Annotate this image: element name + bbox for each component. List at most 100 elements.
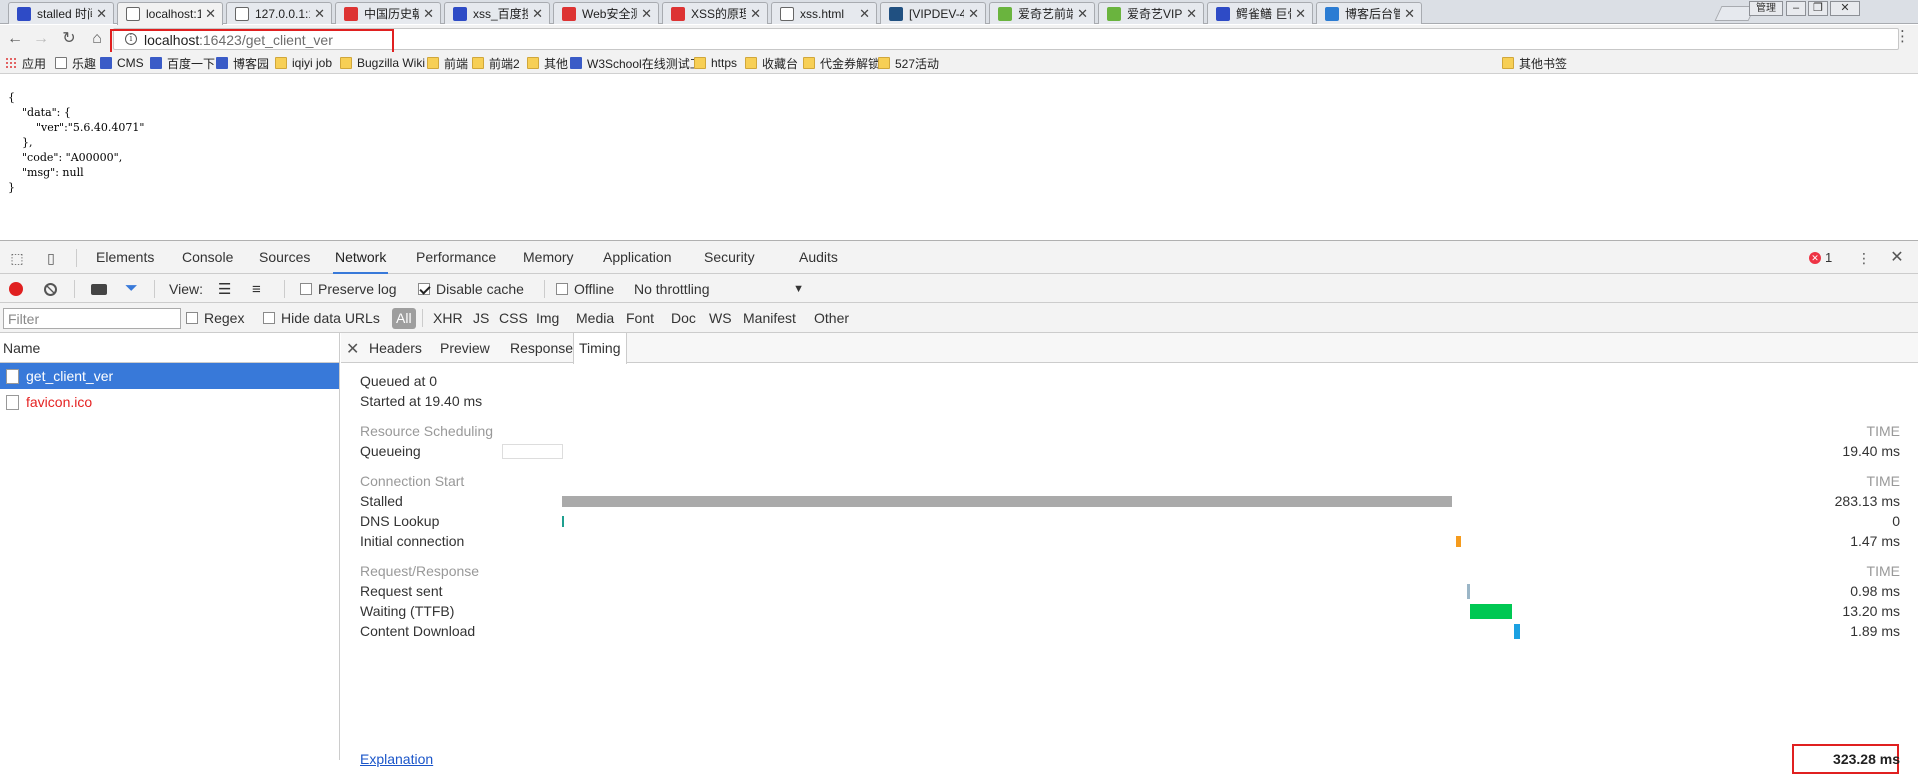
bookmark-item[interactable]: 乐趣 <box>55 55 96 71</box>
type-filter-css[interactable]: CSS <box>497 308 530 329</box>
bookmark-item[interactable]: 前端 <box>427 55 468 71</box>
device-toolbar-icon[interactable]: ▯ <box>42 250 60 266</box>
devtools-tab-memory[interactable]: Memory <box>521 241 576 274</box>
filter-toggle-button[interactable]: ⏷ <box>125 279 138 299</box>
type-filter-doc[interactable]: Doc <box>669 308 698 329</box>
regex-checkbox[interactable]: Regex <box>186 308 244 328</box>
clear-button[interactable] <box>44 279 57 299</box>
close-tab-icon[interactable]: ✕ <box>1295 6 1306 22</box>
filter-input[interactable] <box>3 308 181 329</box>
disable-cache-checkbox[interactable]: Disable cache <box>418 279 524 299</box>
browser-tab[interactable]: 127.0.0.1:16 ✕ <box>226 2 332 24</box>
browser-tab[interactable]: 爱奇艺VIP会✕ <box>1098 2 1204 24</box>
large-rows-icon[interactable]: ☰ <box>218 279 231 299</box>
close-tab-icon[interactable]: ✕ <box>1186 6 1197 22</box>
bookmark-item[interactable]: Bugzilla Wiki <box>340 55 425 71</box>
detail-tab-headers[interactable]: Headers <box>366 333 425 363</box>
close-tab-icon[interactable]: ✕ <box>423 6 434 22</box>
detail-tab-response[interactable]: Response <box>507 333 576 363</box>
type-filter-media[interactable]: Media <box>574 308 616 329</box>
devtools-tab-elements[interactable]: Elements <box>94 241 156 274</box>
devtools-close-icon[interactable]: ✕ <box>1888 250 1906 266</box>
bookmark-item[interactable]: CMS <box>100 55 144 71</box>
browser-tab[interactable]: xss.html ✕ <box>771 2 877 24</box>
minimize-button[interactable]: – <box>1786 1 1806 16</box>
browser-tab[interactable]: 鳄雀鳝 巨骨 ✕ <box>1207 2 1313 24</box>
browser-tab[interactable]: [VIPDEV-48 ✕ <box>880 2 986 24</box>
browser-tab[interactable]: XSS的原理分 ✕ <box>662 2 768 24</box>
close-tab-icon[interactable]: ✕ <box>968 6 979 22</box>
bookmark-item[interactable]: 博客园 <box>216 55 269 71</box>
detail-tab-timing[interactable]: Timing <box>573 333 627 364</box>
hide-data-urls-checkbox[interactable]: Hide data URLs <box>263 308 380 328</box>
close-tab-icon[interactable]: ✕ <box>205 6 216 22</box>
browser-tab[interactable]: xss_百度搜索 ✕ <box>444 2 550 24</box>
devtools-tab-audits[interactable]: Audits <box>797 241 840 274</box>
type-filter-ws[interactable]: WS <box>707 308 734 329</box>
site-favicon-icon <box>216 57 228 69</box>
close-tab-icon[interactable]: ✕ <box>96 6 107 22</box>
browser-tab[interactable]: 爱奇艺前端 ✕ <box>989 2 1095 24</box>
forward-button[interactable]: → <box>30 28 52 50</box>
close-tab-icon[interactable]: ✕ <box>641 6 652 22</box>
inspect-element-icon[interactable]: ⬚ <box>8 250 26 266</box>
overview-icon[interactable]: ≡ <box>252 279 261 299</box>
bookmark-item[interactable]: 收藏台 <box>745 55 798 71</box>
request-row[interactable]: favicon.ico <box>0 389 339 415</box>
restore-button[interactable]: ❐ <box>1808 1 1828 16</box>
browser-tab[interactable]: Web安全测试 ✕ <box>553 2 659 24</box>
request-row[interactable]: get_client_ver <box>0 363 339 389</box>
profile-button[interactable]: 管理 <box>1749 1 1783 16</box>
name-column-header[interactable]: Name <box>0 333 339 363</box>
throttling-select[interactable]: No throttling ▼ <box>634 279 804 299</box>
offline-checkbox[interactable]: Offline <box>556 279 614 299</box>
bookmark-item[interactable]: 其他 <box>527 55 568 71</box>
browser-tab[interactable]: localhost:16 ✕ <box>117 2 223 25</box>
bookmark-item[interactable]: 代金券解锁 <box>803 55 880 71</box>
type-filter-font[interactable]: Font <box>624 308 656 329</box>
bookmark-item[interactable]: https <box>694 55 737 71</box>
browser-tab[interactable]: stalled 时间过 ✕ <box>8 2 114 24</box>
close-tab-icon[interactable]: ✕ <box>1077 6 1088 22</box>
window-close-button[interactable]: ✕ <box>1830 1 1860 16</box>
type-filter-manifest[interactable]: Manifest <box>741 308 798 329</box>
bookmark-item[interactable]: W3School在线测试工 <box>570 55 702 71</box>
type-filter-other[interactable]: Other <box>812 308 851 329</box>
close-tab-icon[interactable]: ✕ <box>1404 6 1415 22</box>
browser-tab[interactable]: 博客后台管理 ✕ <box>1316 2 1422 24</box>
type-filter-xhr[interactable]: XHR <box>431 308 465 329</box>
close-tab-icon[interactable]: ✕ <box>750 6 761 22</box>
close-detail-icon[interactable]: ✕ <box>346 339 359 359</box>
back-button[interactable]: ← <box>4 28 26 50</box>
devtools-tab-console[interactable]: Console <box>180 241 235 274</box>
browser-menu-icon[interactable]: ⋮ <box>1895 27 1910 45</box>
type-filter-img[interactable]: Img <box>534 308 561 329</box>
bookmark-item[interactable]: 前端2 <box>472 55 520 71</box>
close-tab-icon[interactable]: ✕ <box>314 6 325 22</box>
devtools-menu-icon[interactable]: ⋮ <box>1855 250 1873 266</box>
devtools-tab-network[interactable]: Network <box>333 241 389 274</box>
browser-tab[interactable]: 中国历史朝代 ✕ <box>335 2 441 24</box>
record-button[interactable] <box>9 279 23 299</box>
bookmark-item[interactable]: 其他书签 <box>1502 55 1567 71</box>
reload-button[interactable]: ↻ <box>58 28 80 50</box>
bookmark-item[interactable]: 应用 <box>5 55 46 71</box>
preserve-log-checkbox[interactable]: Preserve log <box>300 279 397 299</box>
close-tab-icon[interactable]: ✕ <box>859 6 870 22</box>
error-count-badge[interactable]: ✕ 1 <box>1809 250 1832 265</box>
devtools-tab-security[interactable]: Security <box>702 241 757 274</box>
devtools-tab-sources[interactable]: Sources <box>257 241 312 274</box>
explanation-link[interactable]: Explanation <box>360 751 433 767</box>
type-filter-js[interactable]: JS <box>471 308 491 329</box>
bookmark-item[interactable]: 527活动 <box>878 55 939 71</box>
folder-icon <box>275 57 287 69</box>
capture-screenshots-button[interactable] <box>91 279 107 299</box>
detail-tab-preview[interactable]: Preview <box>437 333 493 363</box>
bookmark-item[interactable]: iqiyi job <box>275 55 332 71</box>
devtools-tab-performance[interactable]: Performance <box>414 241 498 274</box>
type-filter-all[interactable]: All <box>392 308 416 329</box>
bookmark-item[interactable]: 百度一下 <box>150 55 215 71</box>
home-button[interactable]: ⌂ <box>86 28 108 50</box>
close-tab-icon[interactable]: ✕ <box>532 6 543 22</box>
devtools-tab-application[interactable]: Application <box>601 241 674 274</box>
